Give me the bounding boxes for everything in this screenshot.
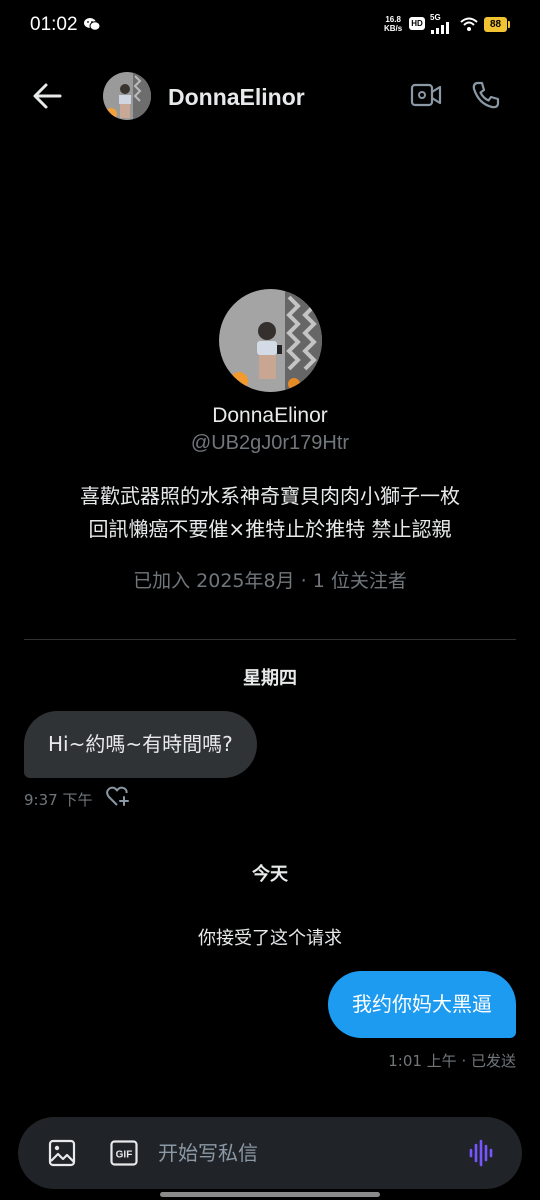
profile-name: DonnaElinor	[212, 404, 328, 427]
gif-icon[interactable]: GIF	[110, 1140, 138, 1171]
message-input[interactable]	[158, 1137, 458, 1169]
network-speed: 16.8 KB/s	[384, 15, 403, 33]
day-separator: 今天	[252, 864, 288, 885]
profile-bio-line: 喜歡武器照的水系神奇寶貝肉肉小獅子一枚	[80, 484, 460, 508]
outgoing-message-bubble[interactable]: 我约你妈大黑逼	[328, 971, 516, 1038]
profile-meta: 已加入 2025年8月 · 1 位关注者	[133, 570, 407, 592]
gif-label: GIF	[116, 1150, 133, 1161]
day-separator: 星期四	[243, 668, 297, 689]
home-indicator[interactable]	[160, 1192, 380, 1197]
voice-waveform-icon[interactable]	[468, 1139, 496, 1172]
signal-icon	[431, 21, 453, 39]
hd-badge: HD	[409, 17, 425, 30]
wifi-icon	[460, 17, 478, 36]
header-username[interactable]: DonnaElinor	[168, 84, 305, 111]
profile-bio-line: 回訊懶癌不要催×推特止於推特 禁止認親	[88, 517, 452, 541]
battery-indicator: 88	[484, 17, 507, 32]
status-time: 01:02	[30, 14, 78, 35]
conversation-header: DonnaElinor	[0, 60, 540, 134]
image-icon[interactable]	[48, 1139, 76, 1172]
profile-bio: 喜歡武器照的水系神奇寶貝肉肉小獅子一枚 回訊懶癌不要催×推特止於推特 禁止認親	[20, 480, 520, 546]
arrow-left-icon[interactable]	[32, 82, 62, 115]
video-camera-icon[interactable]	[410, 82, 442, 113]
heart-plus-icon[interactable]	[106, 786, 130, 813]
battery-tip	[508, 21, 510, 28]
wechat-icon	[84, 17, 101, 36]
incoming-message-bubble[interactable]: Hi~約嗎~有時間嗎?	[24, 711, 257, 778]
divider	[24, 639, 516, 640]
profile-handle: @UB2gJ0r179Htr	[190, 432, 350, 454]
phone-icon[interactable]	[471, 80, 501, 115]
avatar[interactable]	[103, 72, 151, 120]
system-message: 你接受了这个请求	[198, 928, 342, 949]
profile-avatar[interactable]	[219, 289, 322, 392]
message-timestamp: 9:37 下午	[24, 791, 93, 809]
message-status: 1:01 上午 · 已发送	[388, 1052, 516, 1070]
message-composer: GIF	[18, 1117, 522, 1189]
status-bar: 01:02 16.8 KB/s HD 5G 88	[0, 0, 540, 52]
